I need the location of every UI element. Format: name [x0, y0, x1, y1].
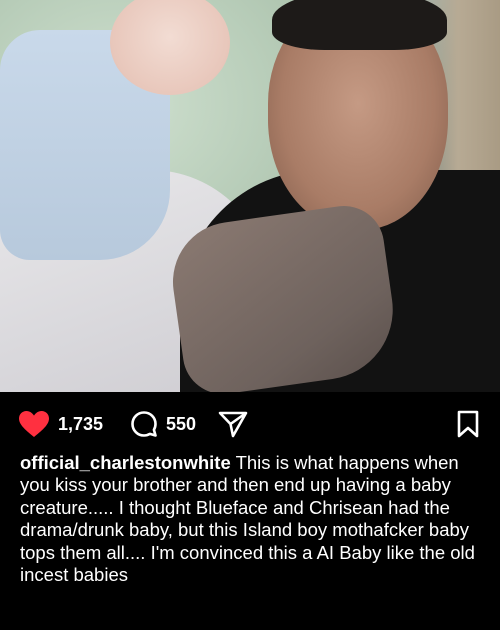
- comment-bubble-icon: [131, 411, 157, 437]
- save-button[interactable]: [456, 410, 480, 438]
- share-button[interactable]: [218, 410, 248, 438]
- like-count: 1,735: [58, 413, 104, 434]
- like-button[interactable]: 1,735: [18, 410, 103, 438]
- post-caption: official_charlestonwhite This is what ha…: [20, 452, 488, 586]
- post-action-bar: 1,735 550: [0, 402, 500, 446]
- bookmark-icon: [457, 410, 479, 438]
- comment-count: 550: [166, 413, 197, 434]
- photo-man-hair: [272, 0, 447, 50]
- paper-plane-icon: [218, 411, 248, 438]
- post-photo[interactable]: [0, 0, 500, 392]
- comment-button[interactable]: 550: [130, 410, 196, 438]
- heart-icon: [19, 411, 49, 437]
- post-username[interactable]: official_charlestonwhite: [20, 452, 231, 473]
